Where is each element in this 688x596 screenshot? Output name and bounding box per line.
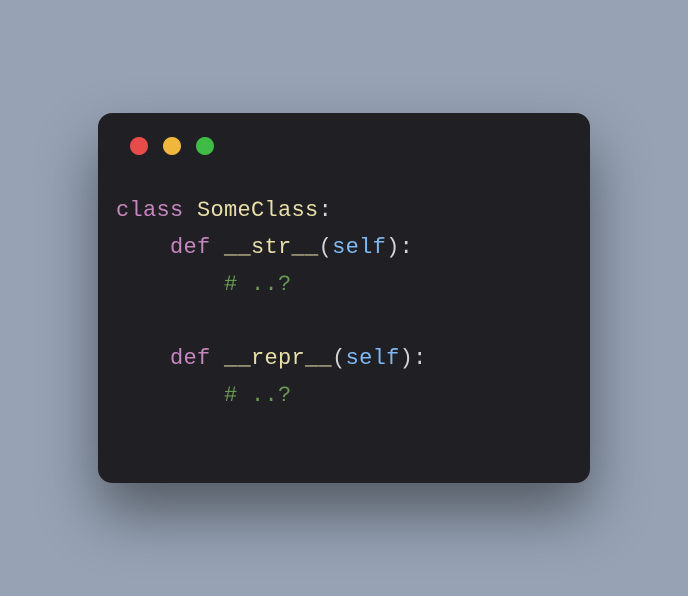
keyword-class: class bbox=[116, 198, 184, 223]
param-self: self bbox=[332, 235, 386, 260]
close-paren: ) bbox=[400, 346, 414, 371]
open-paren: ( bbox=[319, 235, 333, 260]
close-icon[interactable] bbox=[130, 137, 148, 155]
keyword-def: def bbox=[170, 346, 211, 371]
colon: : bbox=[319, 198, 333, 223]
comment: # ..? bbox=[224, 383, 292, 408]
open-paren: ( bbox=[332, 346, 346, 371]
param-self: self bbox=[346, 346, 400, 371]
colon: : bbox=[400, 235, 414, 260]
code-editor-window: class SomeClass: def __str__(self): # ..… bbox=[98, 113, 590, 483]
close-paren: ) bbox=[386, 235, 400, 260]
method-name-str: __str__ bbox=[224, 235, 319, 260]
keyword-def: def bbox=[170, 235, 211, 260]
indent bbox=[116, 235, 170, 260]
minimize-icon[interactable] bbox=[163, 137, 181, 155]
window-controls bbox=[98, 113, 590, 173]
method-name-repr: __repr__ bbox=[224, 346, 332, 371]
class-name: SomeClass bbox=[197, 198, 319, 223]
colon: : bbox=[413, 346, 427, 371]
indent bbox=[116, 383, 224, 408]
indent bbox=[116, 272, 224, 297]
indent bbox=[116, 346, 170, 371]
code-content: class SomeClass: def __str__(self): # ..… bbox=[98, 173, 590, 435]
comment: # ..? bbox=[224, 272, 292, 297]
maximize-icon[interactable] bbox=[196, 137, 214, 155]
